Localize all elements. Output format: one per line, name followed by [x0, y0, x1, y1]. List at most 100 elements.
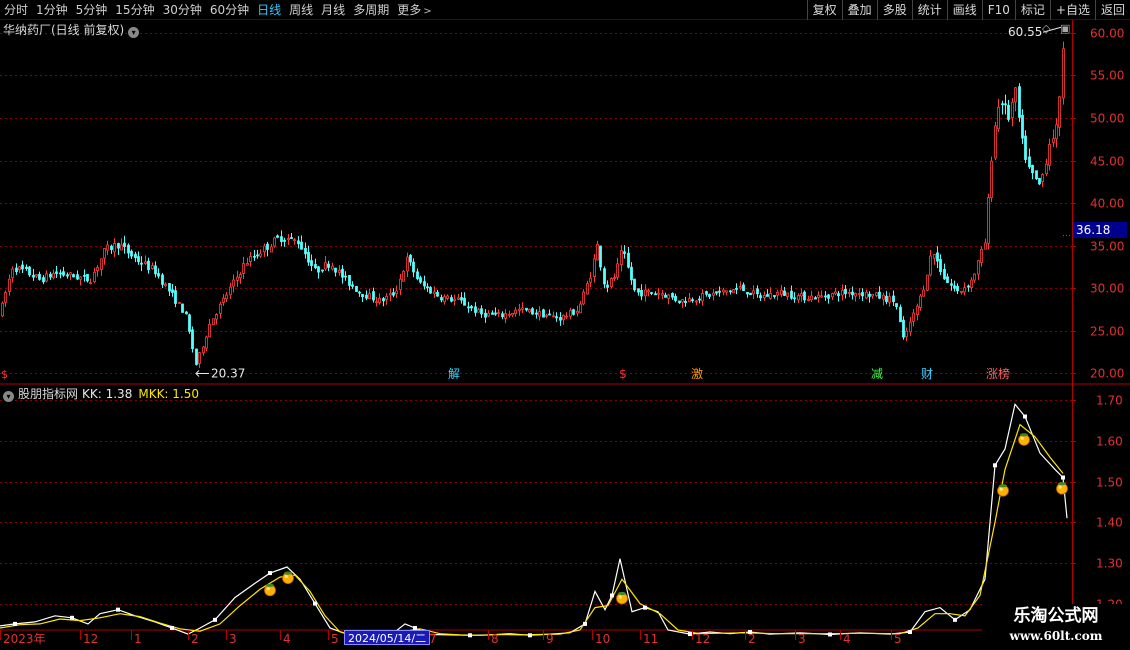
diamond-icon[interactable]: ◇ [1042, 22, 1050, 35]
candle-body [865, 291, 868, 299]
candle-body [287, 238, 290, 240]
toolbar-button[interactable]: 标记 [1014, 0, 1050, 20]
period-tab[interactable]: 15分钟 [111, 0, 158, 20]
candle-body [501, 313, 504, 318]
candle-body [52, 273, 55, 279]
candle-body [399, 278, 402, 290]
candle-body [613, 277, 616, 279]
high-price-label: 60.55 [1008, 25, 1042, 39]
candle-body [253, 255, 256, 258]
candle-body [871, 293, 874, 297]
candle-body [423, 281, 426, 287]
kk-marker [70, 615, 74, 620]
candle-body [766, 294, 769, 297]
period-tab[interactable]: 分时 [0, 0, 32, 20]
kk-marker [643, 605, 647, 610]
candle-body [640, 289, 643, 297]
period-tab[interactable]: 5分钟 [72, 0, 112, 20]
candle-body [25, 266, 28, 270]
toolbar-button[interactable]: +自选 [1049, 0, 1095, 20]
candle-body [368, 293, 371, 300]
candle-body [943, 269, 946, 280]
event-marker: 涨榜 [986, 366, 1010, 381]
candle-body [572, 309, 575, 315]
chevron-right-icon: > [423, 6, 432, 17]
candle-body [987, 197, 990, 244]
candle-body [1062, 48, 1065, 99]
candle-body [236, 276, 239, 281]
chevron-down-icon[interactable]: ▾ [128, 27, 140, 38]
indicator-tick-label: 1.40 [1096, 516, 1123, 530]
candle-body [627, 252, 630, 268]
signal-leaf [999, 484, 1007, 488]
candle-body [412, 261, 415, 273]
candle-body [110, 245, 113, 251]
candle-body [929, 255, 932, 276]
indicator-tick-label: 1.70 [1096, 394, 1123, 408]
candle-body [718, 290, 721, 293]
candle-body [888, 296, 891, 303]
period-tab[interactable]: 周线 [285, 0, 317, 20]
candle-body [807, 299, 810, 301]
candle-body [76, 274, 79, 280]
candle-body [344, 275, 347, 278]
candle-body [960, 290, 963, 293]
candle-body [691, 299, 694, 302]
candle-body [202, 346, 205, 354]
candle-body [338, 269, 341, 273]
period-tab[interactable]: 更多 > [393, 0, 435, 20]
period-tab[interactable]: 月线 [317, 0, 349, 20]
candle-body [980, 248, 983, 263]
candle-body [559, 317, 562, 321]
mkk-value: MKK: 1.50 [138, 387, 200, 401]
indicator-panel-title[interactable]: ▾ 股朋指标网 KK: 1.38 MKK: 1.50 [3, 386, 199, 402]
period-tab[interactable]: 日线 [253, 0, 285, 20]
candle-body [1038, 178, 1041, 185]
candle-body [154, 265, 157, 275]
candle-body [378, 297, 381, 304]
date-label: 2023年 [3, 632, 46, 646]
candle-body [300, 241, 303, 250]
toolbar-button[interactable]: 返回 [1094, 0, 1130, 20]
candle-body [59, 272, 62, 275]
main-panel-title[interactable]: 华纳药厂(日线 前复权) ▾ [3, 22, 140, 38]
candle-body [950, 283, 953, 286]
toolbar-button[interactable]: 画线 [946, 0, 982, 20]
candle-body [953, 285, 956, 289]
period-tab[interactable]: 1分钟 [32, 0, 72, 20]
candle-body [83, 274, 86, 277]
candle-body [49, 273, 52, 278]
toolbar-button[interactable]: 叠加 [841, 0, 877, 20]
period-tab[interactable]: 30分钟 [159, 0, 206, 20]
candle-body [1035, 170, 1038, 180]
window-icon[interactable]: ▣ [1060, 22, 1070, 35]
candle-body [484, 312, 487, 318]
candle-body [280, 236, 283, 242]
kk-marker [908, 630, 912, 635]
candle-body [973, 273, 976, 281]
candle-body [701, 293, 704, 302]
candle-body [518, 308, 521, 311]
period-tab[interactable]: 60分钟 [206, 0, 253, 20]
chevron-down-icon[interactable]: ▾ [3, 391, 14, 402]
kk-marker [1061, 475, 1065, 480]
candle-body [514, 309, 517, 315]
candle-body [678, 300, 681, 303]
kk-marker [213, 617, 217, 622]
toolbar-button[interactable]: F10 [981, 0, 1015, 20]
candle-body [419, 277, 422, 283]
kk-marker [1023, 414, 1027, 419]
candle-body [273, 237, 276, 247]
toolbar-button[interactable]: 复权 [806, 0, 842, 20]
date-label: 5 [894, 632, 902, 646]
candle-body [55, 271, 58, 274]
candle-body [732, 289, 735, 294]
candle-body [623, 251, 626, 254]
toolbar-button[interactable]: 统计 [911, 0, 947, 20]
watermark-title: 乐淘公式网 [1013, 606, 1099, 626]
period-tab[interactable]: 多周期 [349, 0, 393, 20]
toolbar-button[interactable]: 多股 [876, 0, 912, 20]
date-label: 3 [229, 632, 237, 646]
candle-body [198, 352, 201, 364]
candle-body [582, 291, 585, 305]
